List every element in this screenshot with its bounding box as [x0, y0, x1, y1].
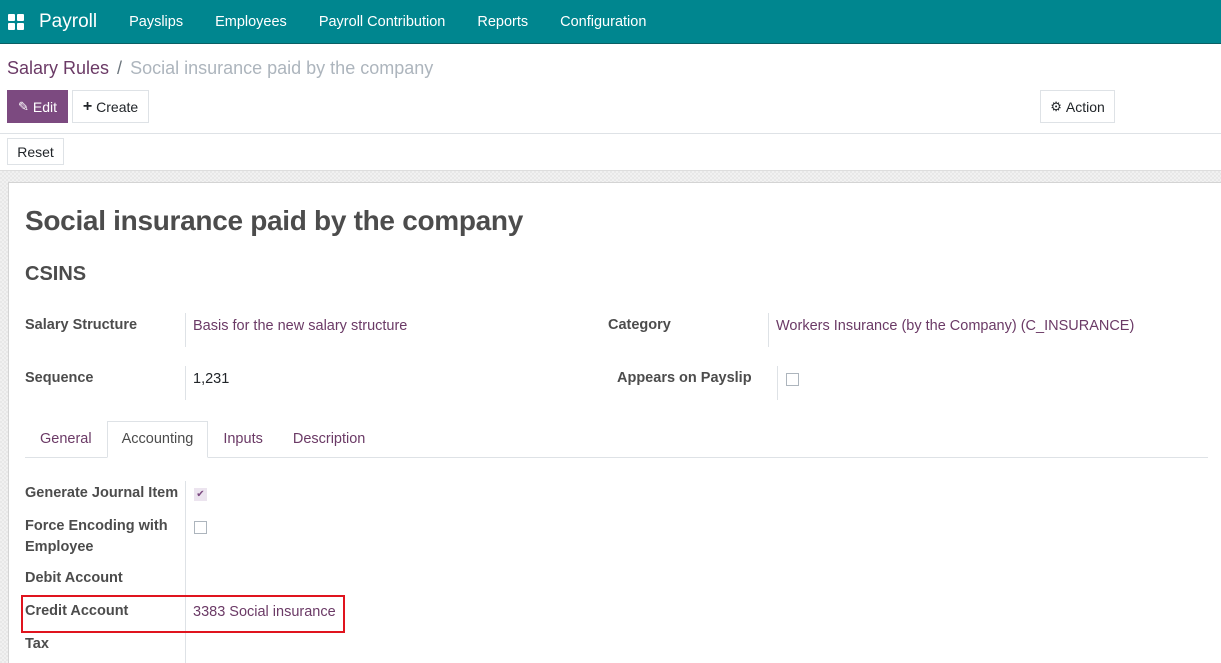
top-navbar: Payroll Payslips Employees Payroll Contr…	[0, 0, 1221, 44]
nav-item-payroll-contribution[interactable]: Payroll Contribution	[303, 0, 462, 44]
breadcrumb-current: Social insurance paid by the company	[130, 58, 434, 78]
tab-description[interactable]: Description	[278, 421, 381, 458]
field-separator	[185, 366, 186, 400]
tax-label: Tax	[25, 636, 49, 652]
notebook-tabs: General Accounting Inputs Description	[25, 421, 1208, 458]
nav-item-employees[interactable]: Employees	[199, 0, 303, 44]
field-separator	[185, 313, 186, 347]
sequence-value[interactable]: 1,231	[193, 371, 229, 387]
sequence-label: Sequence	[25, 370, 94, 386]
appears-on-payslip-label: Appears on Payslip	[617, 370, 752, 386]
edit-label: Edit	[32, 98, 58, 115]
pencil-icon: ✎	[17, 98, 29, 114]
app-brand[interactable]: Payroll	[39, 11, 97, 33]
field-separator	[768, 313, 769, 347]
force-encoding-checkbox[interactable]	[194, 521, 207, 534]
action-button[interactable]: ⚙ Action	[1040, 90, 1115, 123]
plus-icon: +	[82, 97, 93, 115]
breadcrumb-salary-rules[interactable]: Salary Rules	[7, 58, 109, 79]
control-divider	[0, 133, 1221, 134]
create-button[interactable]: + Create	[72, 90, 149, 123]
gear-icon: ⚙	[1050, 98, 1062, 114]
generate-journal-item-checkbox[interactable]: ✔	[194, 488, 207, 501]
reset-label: Reset	[17, 143, 54, 160]
accounting-separator	[185, 481, 186, 663]
control-panel: Salary Rules / Social insurance paid by …	[0, 45, 1221, 170]
nav-item-configuration[interactable]: Configuration	[544, 0, 662, 44]
force-encoding-label-line1: Force Encoding with	[25, 518, 168, 534]
record-code: CSINS	[25, 263, 87, 285]
tab-accounting[interactable]: Accounting	[106, 421, 209, 458]
credit-account-highlight-box	[21, 595, 345, 633]
nav-item-reports[interactable]: Reports	[461, 0, 544, 44]
form-sheet: Social insurance paid by the company CSI…	[8, 182, 1221, 663]
reset-button[interactable]: Reset	[7, 138, 64, 165]
salary-structure-label: Salary Structure	[25, 317, 138, 333]
category-label: Category	[608, 317, 671, 333]
category-value[interactable]: Workers Insurance (by the Company) (C_IN…	[776, 318, 1134, 334]
force-encoding-label-line2: Employee	[25, 539, 94, 555]
apps-grid-icon[interactable]	[8, 13, 24, 30]
record-title: Social insurance paid by the company	[25, 205, 524, 236]
edit-button[interactable]: ✎ Edit	[7, 90, 68, 123]
generate-journal-item-label: Generate Journal Item	[25, 485, 179, 501]
checkmark-icon: ✔	[196, 488, 205, 500]
debit-account-label: Debit Account	[25, 570, 123, 586]
breadcrumb-separator: /	[117, 58, 123, 78]
tab-inputs[interactable]: Inputs	[208, 421, 278, 458]
breadcrumb: Salary Rules / Social insurance paid by …	[7, 58, 433, 79]
tab-general[interactable]: General	[25, 421, 107, 458]
appears-on-payslip-checkbox[interactable]	[786, 373, 799, 386]
salary-structure-value[interactable]: Basis for the new salary structure	[193, 318, 407, 334]
action-label: Action	[1065, 98, 1105, 115]
nav-item-payslips[interactable]: Payslips	[113, 0, 199, 44]
field-separator	[777, 366, 778, 400]
create-label: Create	[96, 98, 139, 115]
